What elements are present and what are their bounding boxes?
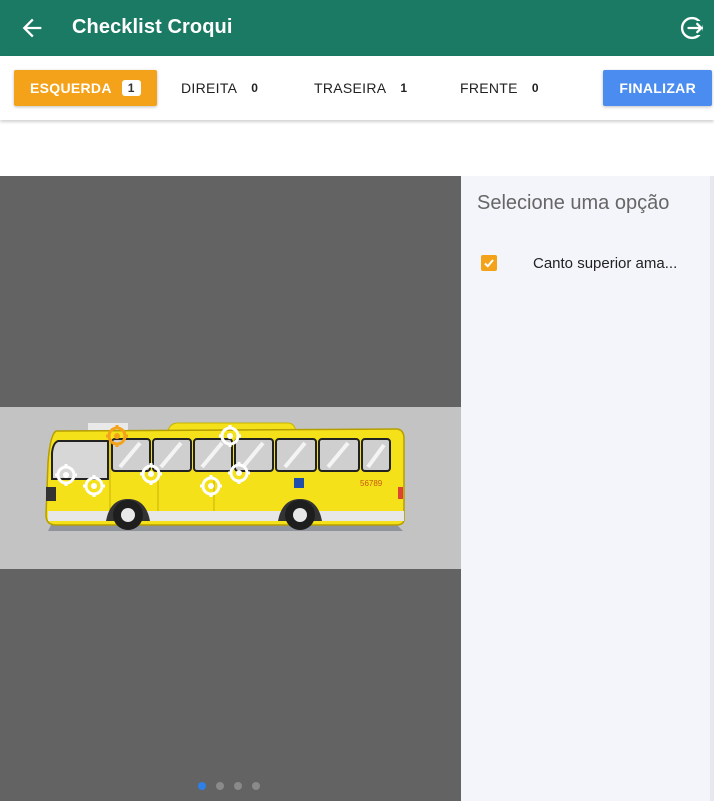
tab-count-badge: 1 <box>121 80 141 96</box>
tab-traseira[interactable]: TRASEIRA 1 <box>314 70 407 106</box>
bus-number: 56789 <box>360 479 383 488</box>
tab-count: 0 <box>251 81 259 95</box>
tab-frente[interactable]: FRENTE 0 <box>460 70 539 106</box>
option-label: Canto superior ama... <box>533 254 678 272</box>
tab-label: DIREITA <box>181 80 238 96</box>
tab-label: FRENTE <box>460 80 518 96</box>
side-tabs: ESQUERDA 1 DIREITA 0 TRASEIRA 1 FRENTE 0… <box>0 56 714 120</box>
tab-count: 0 <box>531 81 539 95</box>
tab-count: 1 <box>400 81 408 95</box>
scrollbar[interactable] <box>710 176 714 801</box>
bus-photo: 56789 <box>0 407 461 569</box>
logout-icon[interactable] <box>678 14 706 42</box>
arrow-left-icon[interactable] <box>18 14 46 42</box>
image-viewer[interactable]: 56789 <box>0 176 461 801</box>
carousel-dot[interactable] <box>234 782 242 790</box>
option-item[interactable]: Canto superior ama... <box>481 252 706 274</box>
bus-illustration: 56789 <box>45 422 405 531</box>
carousel-dot[interactable] <box>216 782 224 790</box>
options-panel: Selecione uma opção Canto superior ama..… <box>461 176 714 801</box>
finish-button[interactable]: FINALIZAR <box>603 70 712 106</box>
carousel-dot[interactable] <box>252 782 260 790</box>
carousel-dot-active[interactable] <box>198 782 206 790</box>
carousel-pagination <box>198 782 260 790</box>
tab-label: ESQUERDA <box>30 80 112 96</box>
app-bar: Checklist Croqui <box>0 0 714 56</box>
tab-esquerda[interactable]: ESQUERDA 1 <box>14 70 157 106</box>
page-title: Checklist Croqui <box>72 16 233 38</box>
checkbox-checked-icon[interactable] <box>481 255 497 271</box>
tab-label: TRASEIRA <box>314 80 387 96</box>
panel-heading: Selecione uma opção <box>477 192 670 214</box>
tab-direita[interactable]: DIREITA 0 <box>181 70 258 106</box>
